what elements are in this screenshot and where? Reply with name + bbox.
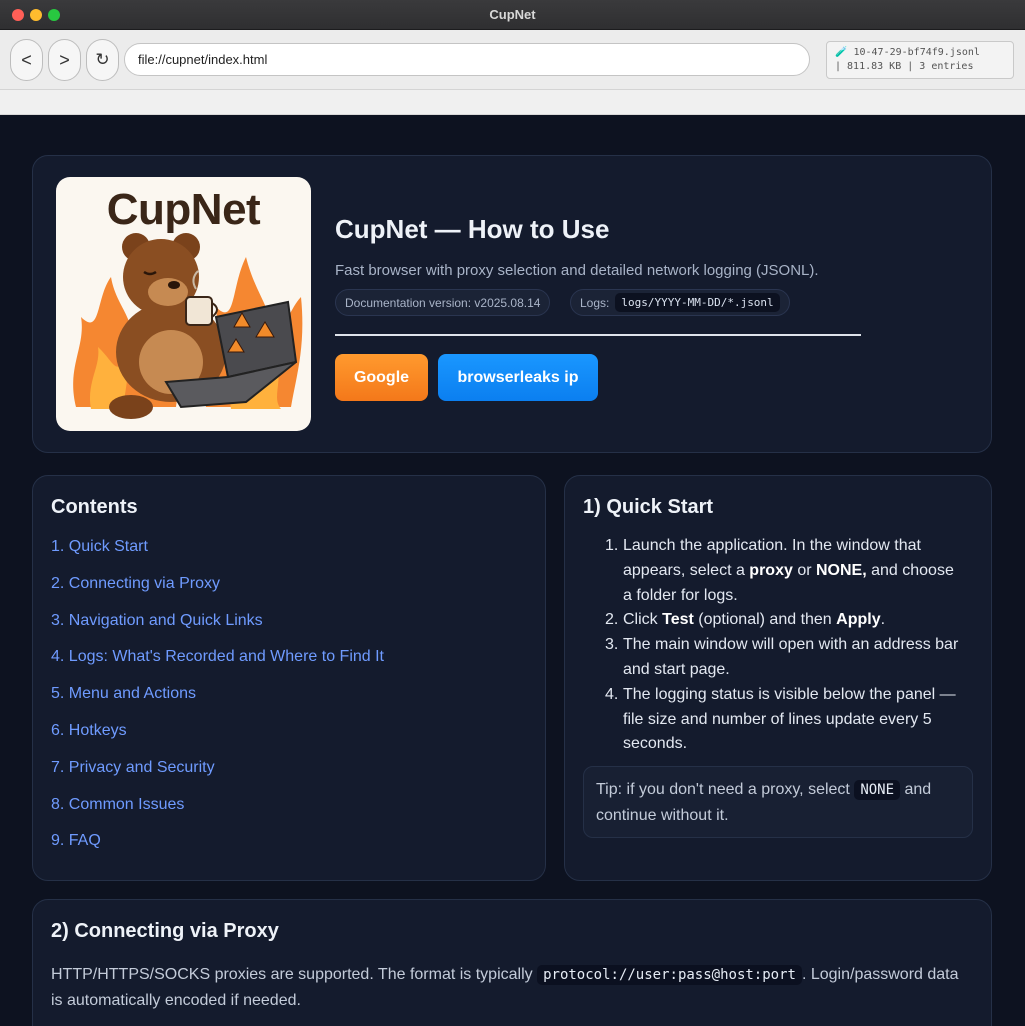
- doc-version-badge: Documentation version: v2025.08.14: [335, 289, 551, 316]
- window-title: CupNet: [489, 7, 536, 22]
- proxy-section-card: 2) Connecting via Proxy HTTP/HTTPS/SOCKS…: [32, 899, 992, 1026]
- log-file-meta: | 811.83 KB | 3 entries: [835, 61, 974, 72]
- log-file-name: 🧪 10-47-29-bf74f9.jsonl: [835, 47, 980, 58]
- divider: [335, 334, 861, 336]
- contents-link-privacy[interactable]: 7. Privacy and Security: [51, 759, 384, 796]
- proxy-description: HTTP/HTTPS/SOCKS proxies are supported. …: [51, 965, 959, 1009]
- page-content: CupNet CupNet — How to Use Fast browser …: [0, 115, 1025, 1026]
- quick-start-heading: 1) Quick Start: [583, 496, 714, 518]
- logs-path-badge: Logs: logs/YYYY-MM-DD/*.jsonl: [570, 289, 790, 316]
- back-button[interactable]: <: [10, 39, 43, 81]
- forward-button[interactable]: >: [48, 39, 81, 81]
- contents-link-proxy[interactable]: 2. Connecting via Proxy: [51, 575, 384, 612]
- quick-start-steps: 1. Launch the application. In the window …: [605, 534, 963, 757]
- step-item: 4. The logging status is visible below th…: [605, 685, 956, 753]
- proxy-heading: 2) Connecting via Proxy: [51, 920, 279, 942]
- contents-link-issues[interactable]: 8. Common Issues: [51, 796, 384, 833]
- hero-card: CupNet CupNet — How to Use Fast browser …: [32, 155, 992, 453]
- address-bar[interactable]: file://cupnet/index.html: [124, 43, 810, 76]
- contents-link-faq[interactable]: 9. FAQ: [51, 832, 384, 869]
- page-subtitle: Fast browser with proxy selection and de…: [335, 262, 819, 279]
- contents-card: Contents 1. Quick Start 2. Connecting vi…: [32, 475, 546, 881]
- contents-list: 1. Quick Start 2. Connecting via Proxy 3…: [51, 538, 384, 869]
- step-item: 2. Click Test (optional) and then Apply.: [605, 611, 886, 629]
- contents-link-menu[interactable]: 5. Menu and Actions: [51, 685, 384, 722]
- tip-code: NONE: [854, 780, 901, 800]
- contents-link-hotkeys[interactable]: 6. Hotkeys: [51, 722, 384, 759]
- logs-path: logs/YYYY-MM-DD/*.jsonl: [615, 293, 780, 312]
- step-item: 1. Launch the application. In the window …: [605, 537, 954, 604]
- reload-button[interactable]: ↻: [86, 39, 119, 81]
- address-bar-text: file://cupnet/index.html: [138, 52, 268, 67]
- title-bar: CupNet: [0, 0, 1025, 30]
- bear-illustration: [73, 233, 303, 419]
- contents-link-quick-start[interactable]: 1. Quick Start: [51, 538, 384, 575]
- cupnet-logo: CupNet: [56, 177, 311, 431]
- page-title: CupNet — How to Use: [335, 214, 610, 244]
- browserleaks-ip-button[interactable]: browserleaks ip: [438, 354, 598, 401]
- quick-start-card: 1) Quick Start 1. Launch the application.…: [564, 475, 992, 881]
- log-status: 🧪 10-47-29-bf74f9.jsonl | 811.83 KB | 3 …: [826, 41, 1014, 79]
- contents-link-navigation[interactable]: 3. Navigation and Quick Links: [51, 612, 384, 649]
- contents-heading: Contents: [51, 496, 138, 518]
- step-item: 3. The main window will open with an addr…: [605, 636, 959, 678]
- status-strip: [0, 90, 1025, 115]
- browser-toolbar: < > ↻ file://cupnet/index.html 🧪 10-47-2…: [0, 30, 1025, 90]
- logs-label: Logs:: [580, 295, 610, 310]
- tip-box: Tip: if you don't need a proxy, select N…: [583, 766, 973, 838]
- contents-link-logs[interactable]: 4. Logs: What's Recorded and Where to Fi…: [51, 648, 384, 685]
- proxy-format-code: protocol://user:pass@host:port: [537, 965, 802, 985]
- doc-version-text: Documentation version: v2025.08.14: [345, 295, 541, 310]
- google-button[interactable]: Google: [335, 354, 428, 401]
